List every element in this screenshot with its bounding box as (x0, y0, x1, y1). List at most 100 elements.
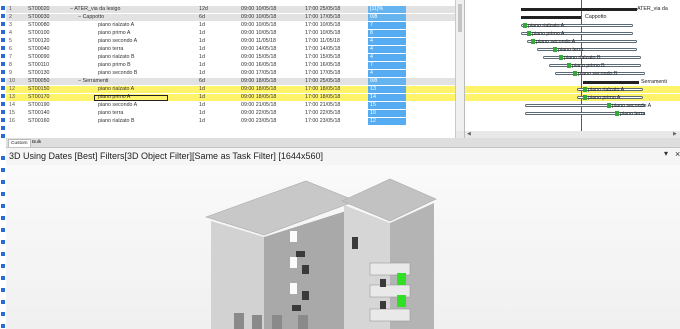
table-row[interactable]: 9 ST00130 piano secondo B 1d 09:00 17/05… (6, 70, 455, 78)
table-row[interactable]: 1 ST00020 − ATER_via da lesigo 12d 09:00… (6, 6, 455, 14)
task-mode-icon (559, 55, 563, 60)
tab-bulk[interactable]: Bulk (30, 139, 43, 147)
table-row[interactable]: 15 ST00140 piano terra 1d 09:00 22/05/18… (6, 110, 455, 118)
table-row[interactable]: 12 ST00150 piano rialzato A 1d 09:00 18/… (6, 86, 455, 94)
gantt-chart[interactable]: ATER_via da Cappotto piano rialzato A pi… (464, 0, 680, 138)
task-name: piano terra (98, 46, 124, 52)
table-row[interactable]: 10 ST00050 − Serramenti 6d 09:00 18/05/1… (6, 78, 455, 86)
task-end: 17:00 18/05/18 (305, 86, 341, 92)
window (290, 283, 297, 294)
task-id: ST00160 (28, 118, 50, 124)
table-row[interactable]: 13 ST00170 piano primo A 1d 09:00 18/05/… (6, 94, 455, 102)
task-id: ST00020 (28, 6, 50, 12)
row-number: 15 (9, 110, 15, 116)
view-tabs: Custom Bulk (6, 138, 680, 148)
dock-marker (1, 38, 5, 42)
tab-custom[interactable]: Custom (8, 139, 31, 147)
task-name: piano rialzato B (98, 118, 135, 124)
task-id: ST00030 (28, 14, 50, 20)
task-end: 17:00 25/05/18 (305, 78, 341, 84)
task-progress: 4 (368, 46, 406, 54)
task-progress: 4 (368, 70, 406, 78)
task-end: 17:00 17/05/18 (305, 70, 341, 76)
table-row[interactable]: 4 ST00100 piano primo A 1d 09:00 10/05/1… (6, 30, 455, 38)
task-duration: 12d (199, 6, 208, 12)
task-progress: 7 (368, 22, 406, 30)
dock-marker (1, 14, 5, 18)
task-duration: 1d (199, 94, 205, 100)
scrollbar-thumb[interactable] (458, 4, 462, 32)
table-row[interactable]: 3 ST00080 piano rialzato A 1d 09:00 10/0… (6, 22, 455, 30)
gantt-label: piano terra (558, 47, 584, 53)
gantt-label: piano rialzato A (528, 23, 565, 29)
ground-opening (252, 315, 262, 329)
row-number: 16 (9, 118, 15, 124)
dock-marker (1, 264, 5, 268)
view-menu-icon[interactable]: ▾ (664, 149, 668, 158)
gantt-horizontal-scrollbar[interactable]: ◀ ▶ (465, 131, 680, 138)
task-progress: 8 (368, 30, 406, 38)
close-icon[interactable]: × (675, 149, 680, 159)
row-number: 1 (9, 6, 12, 12)
task-name: − ATER_via da lesigo (70, 6, 121, 12)
dock-marker (1, 102, 5, 106)
task-progress: 0/8 (368, 78, 406, 86)
task-name: piano terra (98, 110, 124, 116)
dock-marker (1, 62, 5, 66)
task-id: ST00050 (28, 78, 50, 84)
dock-marker (1, 324, 5, 328)
task-duration: 1d (199, 118, 205, 124)
active-window (397, 295, 406, 307)
task-name: piano secondo B (98, 70, 138, 76)
table-row[interactable]: 16 ST00160 piano rialzato B 1d 09:00 23/… (6, 118, 455, 126)
gantt-label: Cappotto (585, 14, 607, 20)
task-id: ST00140 (28, 110, 50, 116)
table-row[interactable]: 8 ST00110 piano primo B 1d 09:00 16/05/1… (6, 62, 455, 70)
task-mode-icon (583, 87, 587, 92)
task-duration: 1d (199, 38, 205, 44)
task-id: ST00120 (28, 38, 50, 44)
task-name: piano rialzato A (98, 86, 135, 92)
task-mode-icon (531, 39, 535, 44)
task-duration: 1d (199, 70, 205, 76)
gantt-label: piano secondo A (536, 39, 576, 45)
task-id: ST00090 (28, 54, 50, 60)
scroll-right-icon[interactable]: ▶ (673, 131, 677, 138)
table-row[interactable]: 14 ST00190 piano secondo A 1d 09:00 21/0… (6, 102, 455, 110)
grid-vertical-scrollbar[interactable] (456, 0, 464, 138)
task-duration: 6d (199, 78, 205, 84)
task-mode-icon (567, 63, 571, 68)
3d-viewport[interactable] (6, 165, 680, 329)
task-name: piano primo B (98, 62, 131, 68)
task-start: 09:00 21/05/18 (241, 102, 277, 108)
building-model[interactable] (6, 165, 680, 329)
task-grid[interactable]: 1 ST00020 − ATER_via da lesigo 12d 09:00… (6, 0, 456, 138)
task-start: 09:00 10/05/18 (241, 30, 277, 36)
task-duration: 1d (199, 62, 205, 68)
grid-horizontal-scrollbar[interactable] (456, 131, 464, 138)
task-start: 09:00 10/05/18 (241, 6, 277, 12)
row-number: 7 (9, 54, 12, 60)
table-row[interactable]: 5 ST00120 piano secondo A 1d 09:00 11/05… (6, 38, 455, 46)
task-id: ST00130 (28, 70, 50, 76)
gantt-summary-bar[interactable] (583, 81, 639, 84)
scroll-left-icon[interactable]: ◀ (467, 131, 471, 138)
gantt-summary-bar[interactable] (521, 8, 637, 11)
task-start: 09:00 23/05/18 (241, 118, 277, 124)
task-name: piano secondo A (98, 38, 138, 44)
table-row[interactable]: 6 ST00040 piano terra 1d 09:00 14/05/18 … (6, 46, 455, 54)
dock-marker (1, 276, 5, 280)
active-window (397, 273, 406, 285)
dock-marker (1, 46, 5, 50)
table-row[interactable]: 7 ST00090 piano rialzato B 1d 09:00 15/0… (6, 54, 455, 62)
gantt-task-bar[interactable] (537, 48, 637, 52)
gantt-summary-bar[interactable] (521, 16, 581, 19)
view-title-bar: 3D Using Dates [Best] Filters[3D Object … (6, 148, 680, 165)
dock-marker (1, 216, 5, 220)
gantt-label: piano secondo B (578, 71, 618, 77)
gantt-label: piano rialzato A (588, 87, 625, 93)
row-number: 4 (9, 30, 12, 36)
gantt-label: piano rialzato B (564, 55, 601, 61)
table-row[interactable]: 2 ST00030 − Cappotto 6d 09:00 10/05/18 1… (6, 14, 455, 22)
task-id: ST00150 (28, 86, 50, 92)
